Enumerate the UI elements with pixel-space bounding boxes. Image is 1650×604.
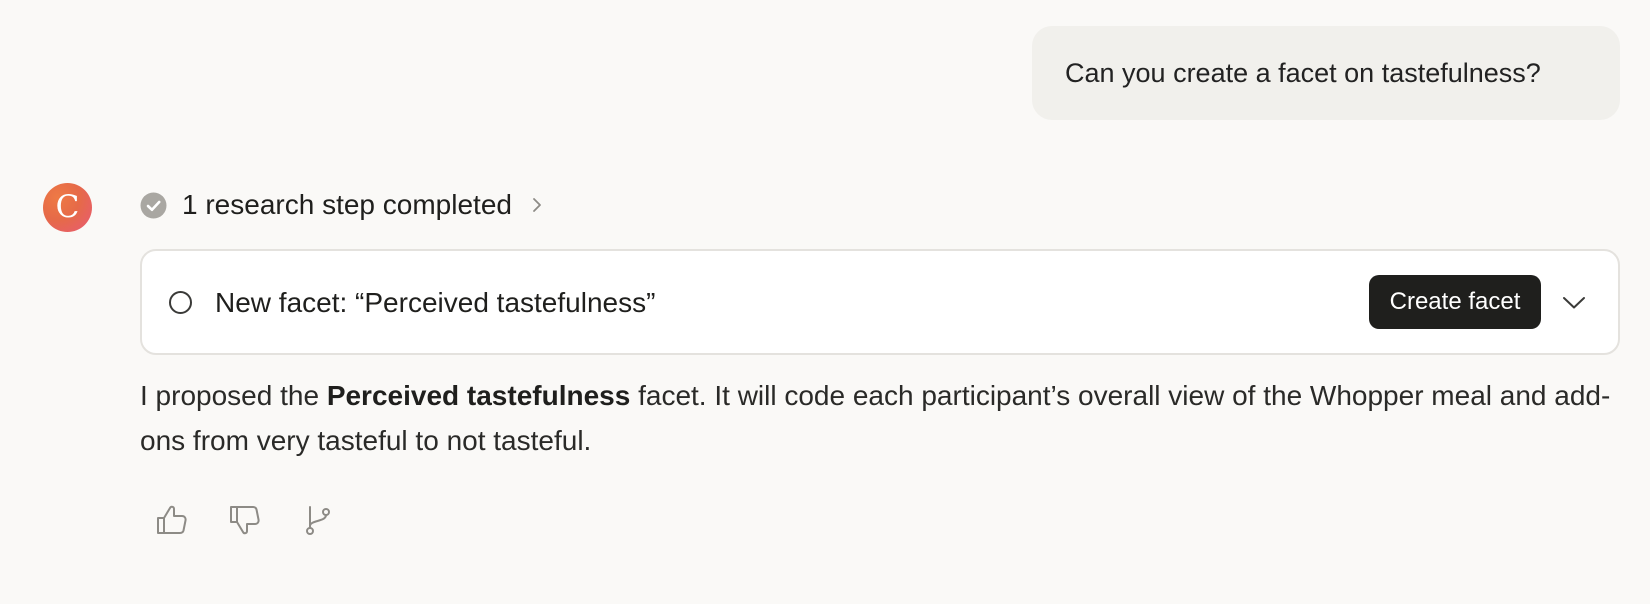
thumbs-up-icon[interactable] [152,500,192,540]
research-steps-label: 1 research step completed [182,189,512,220]
chevron-down-icon[interactable] [1559,288,1589,318]
response-prefix: I proposed the [140,380,327,411]
thumbs-down-icon[interactable] [225,500,265,540]
check-circle-icon [140,192,167,219]
create-facet-button[interactable]: Create facet [1369,275,1541,329]
user-message-bubble: Can you create a facet on tastefulness? [1032,26,1620,120]
user-message-text: Can you create a facet on tastefulness? [1065,58,1541,88]
facet-title: New facet: “Perceived tastefulness” [215,287,656,318]
facet-radio-circle[interactable] [169,291,192,314]
branch-icon[interactable] [298,500,338,540]
facet-proposal-card: New facet: “Perceived tastefulness” Crea… [140,249,1620,355]
avatar-letter: C [55,189,80,225]
assistant-avatar: C [43,183,92,232]
assistant-response: I proposed the Perceived tastefulness fa… [140,373,1620,463]
response-bold-facet-name: Perceived tastefulness [326,380,631,411]
chevron-right-icon [530,196,544,214]
research-steps-toggle[interactable]: 1 research step completed [140,187,544,223]
